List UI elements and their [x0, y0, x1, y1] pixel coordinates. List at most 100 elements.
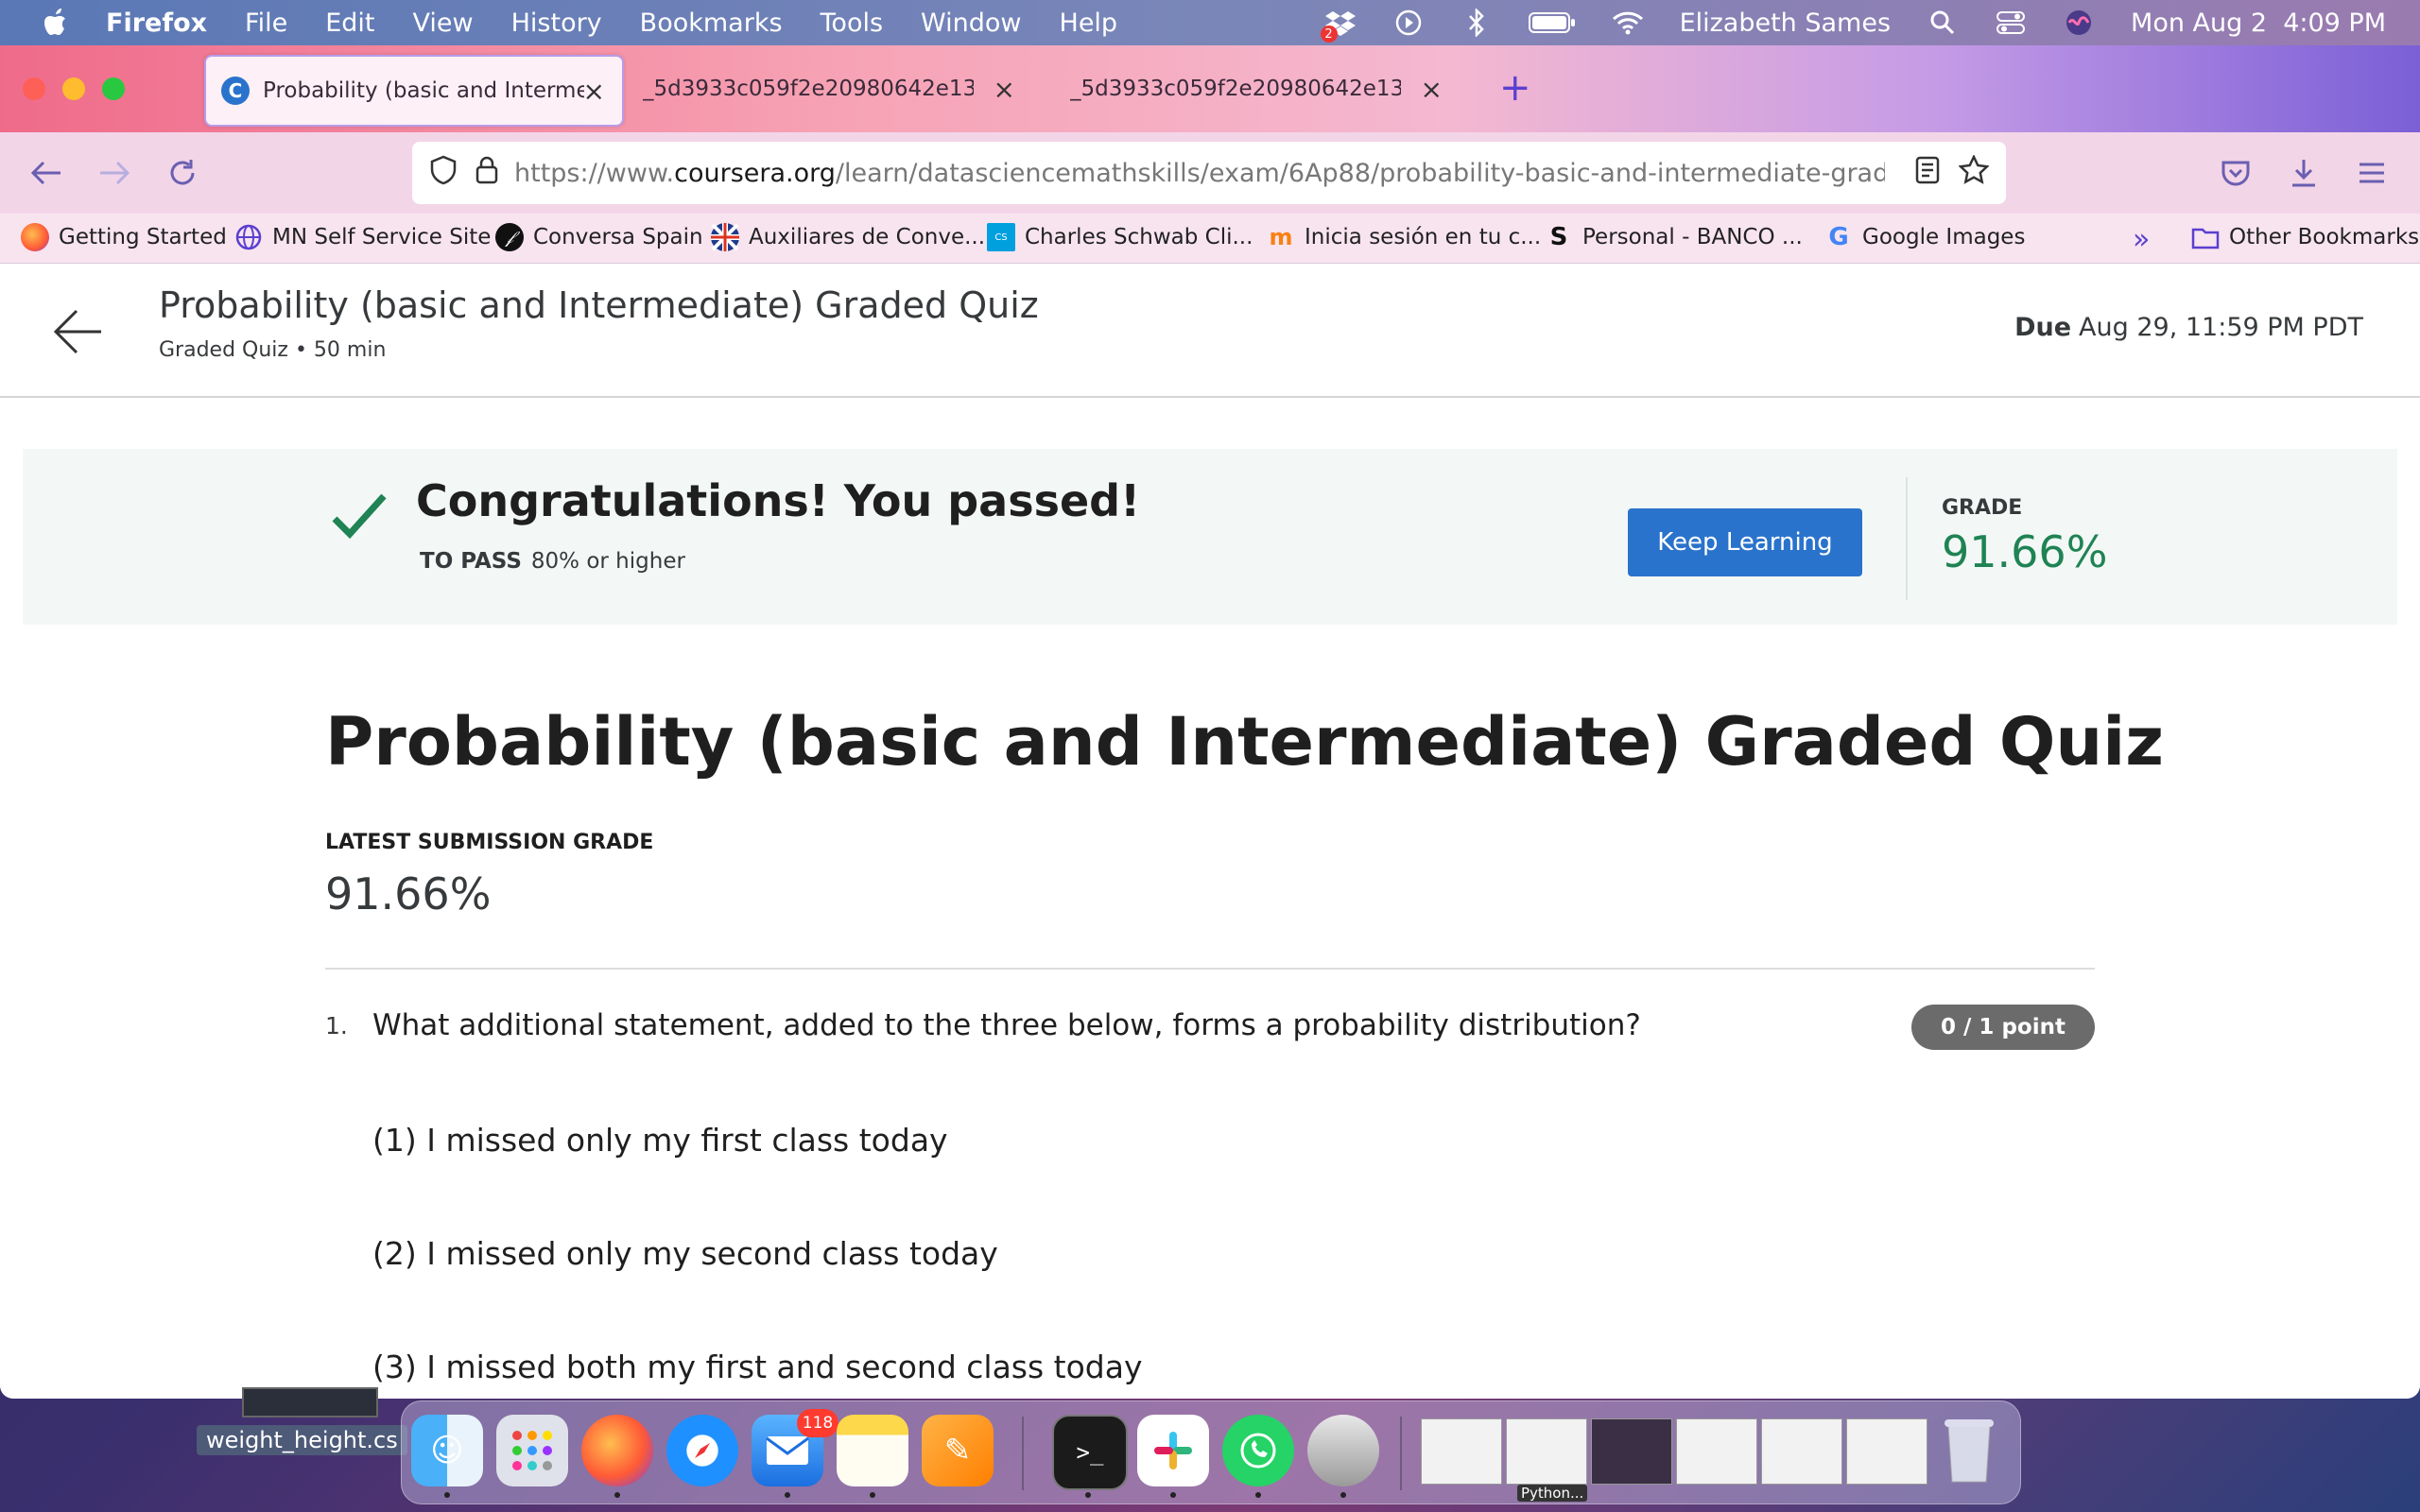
back-button-icon[interactable] [23, 149, 70, 197]
bookmark-charles-schwab[interactable]: CS Charles Schwab Cli... [987, 223, 1253, 251]
minimized-window-thumbnail[interactable] [1421, 1418, 1502, 1485]
tab-close-icon[interactable]: × [1421, 74, 1443, 105]
bookmark-label: Conversa Spain [533, 225, 703, 249]
bookmark-getting-started[interactable]: Getting Started [21, 223, 227, 251]
bookmark-conversa-spain[interactable]: 𝒻 Conversa Spain [495, 223, 703, 251]
running-indicator [785, 1492, 790, 1498]
battery-icon[interactable] [1528, 7, 1576, 39]
user-name[interactable]: Elizabeth Sames [1680, 9, 1891, 38]
terminal-icon[interactable]: >_ [1052, 1415, 1128, 1490]
zoom-window-button[interactable] [102, 77, 125, 100]
minimize-window-button[interactable] [62, 77, 85, 100]
tab-coursera-quiz[interactable]: C Probability (basic and Intermediate × [204, 55, 624, 127]
bookmark-label: Auxiliares de Conve... [749, 225, 986, 249]
desktop-file-thumbnail[interactable] [242, 1387, 378, 1418]
control-center-icon[interactable] [1995, 7, 2027, 39]
trash-icon[interactable] [1933, 1415, 2005, 1486]
menu-edit[interactable]: Edit [325, 9, 374, 38]
apple-menu-icon[interactable] [40, 6, 74, 40]
url-bar[interactable]: https://www.coursera.org/learn/datascien… [412, 142, 2006, 204]
bookmark-label: Charles Schwab Cli... [1025, 225, 1253, 249]
finder-icon[interactable]: ☺ [411, 1415, 483, 1486]
close-window-button[interactable] [23, 77, 45, 100]
question-number: 1. [325, 1012, 348, 1040]
conversa-icon: 𝒻 [495, 223, 524, 251]
tab-close-icon[interactable]: × [583, 76, 605, 107]
minimized-window-thumbnail[interactable] [1761, 1418, 1842, 1485]
menu-bookmarks[interactable]: Bookmarks [640, 9, 783, 38]
page-content: Probability (basic and Intermediate) Gra… [0, 264, 2420, 1399]
url-text[interactable]: https://www.coursera.org/learn/datascien… [514, 159, 1885, 188]
bookmark-banco[interactable]: S Personal - BANCO ... [1545, 223, 1803, 251]
reader-view-icon[interactable] [1915, 156, 1940, 191]
minimized-window-thumbnail[interactable] [1846, 1418, 1927, 1485]
header-subtitle: Graded Quiz • 50 min [159, 338, 387, 362]
bookmark-mn-self-service[interactable]: MN Self Service Site [234, 223, 491, 251]
dropbox-icon[interactable]: 2 [1320, 7, 1357, 43]
play-icon[interactable] [1392, 7, 1425, 39]
keep-learning-button[interactable]: Keep Learning [1628, 508, 1862, 576]
python-window-label: Python... [1517, 1485, 1588, 1502]
downloads-icon[interactable] [2280, 149, 2327, 197]
schwab-icon: CS [987, 223, 1015, 251]
running-indicator [444, 1492, 450, 1498]
minimized-window-thumbnail[interactable] [1676, 1418, 1757, 1485]
tab-close-icon[interactable]: × [994, 74, 1015, 105]
statement-2: (2) I missed only my second class today [372, 1235, 998, 1272]
bookmark-label: Google Images [1862, 225, 2026, 249]
running-indicator [1255, 1492, 1261, 1498]
menu-help[interactable]: Help [1060, 9, 1118, 38]
menu-view[interactable]: View [413, 9, 474, 38]
whatsapp-icon[interactable] [1222, 1415, 1294, 1486]
forward-button-icon[interactable] [91, 149, 138, 197]
minimized-window-thumbnail[interactable] [1591, 1418, 1672, 1485]
bookmarks-overflow-chevron-icon[interactable]: » [2133, 223, 2150, 256]
launchpad-icon[interactable] [496, 1415, 568, 1486]
running-indicator [614, 1492, 620, 1498]
new-tab-plus-icon[interactable]: + [1499, 66, 1531, 110]
running-indicator [1085, 1492, 1091, 1498]
tab-file-2[interactable]: _5d3933c059f2e20980642e13b43 × [1051, 55, 1460, 123]
hamburger-menu-icon[interactable] [2348, 149, 2395, 197]
clock[interactable]: Mon Aug 2 4:09 PM [2131, 9, 2386, 38]
firefox-icon [21, 223, 49, 251]
running-indicator [870, 1492, 875, 1498]
bookmark-inicia-sesion[interactable]: m Inicia sesión en tu c... [1267, 223, 1541, 251]
bookmark-auxiliares[interactable]: Auxiliares de Conve... [711, 223, 985, 251]
navigation-bar: https://www.coursera.org/learn/datascien… [0, 132, 2420, 214]
browser-window: C Probability (basic and Intermediate × … [0, 45, 2420, 1399]
spotlight-search-icon[interactable] [1927, 7, 1959, 39]
uk-flag-icon [711, 223, 739, 251]
pages-icon[interactable]: ✎ [922, 1415, 994, 1486]
back-arrow-icon[interactable] [49, 303, 106, 360]
points-badge: 0 / 1 point [1911, 1005, 2095, 1050]
lock-icon[interactable] [475, 155, 499, 192]
reload-icon[interactable] [159, 149, 206, 197]
menu-tools[interactable]: Tools [821, 9, 884, 38]
menu-history[interactable]: History [511, 9, 602, 38]
pocket-icon[interactable] [2212, 149, 2259, 197]
other-bookmarks[interactable]: Other Bookmarks [2191, 223, 2419, 251]
siri-icon[interactable] [2063, 7, 2095, 39]
bookmark-star-icon[interactable] [1958, 153, 1990, 192]
disk-utility-icon[interactable] [1307, 1415, 1379, 1486]
minimized-window-thumbnail[interactable] [1506, 1418, 1587, 1485]
firefox-icon[interactable] [581, 1415, 653, 1486]
menu-firefox[interactable]: Firefox [106, 9, 207, 38]
notes-icon[interactable] [837, 1415, 908, 1486]
grade-label: GRADE [1942, 496, 2023, 520]
bookmark-label: Getting Started [59, 225, 227, 249]
menu-window[interactable]: Window [921, 9, 1021, 38]
bookmark-google-images[interactable]: G Google Images [1824, 223, 2025, 251]
wifi-icon[interactable] [1612, 7, 1644, 39]
safari-icon[interactable] [666, 1415, 738, 1486]
other-bookmarks-label: Other Bookmarks [2229, 225, 2420, 249]
menu-file[interactable]: File [245, 9, 287, 38]
slack-icon[interactable] [1137, 1415, 1209, 1486]
dropbox-badge: 2 [1320, 26, 1338, 43]
moodle-icon: m [1269, 224, 1293, 250]
bluetooth-icon[interactable] [1461, 7, 1493, 39]
tab-file-1[interactable]: _5d3933c059f2e20980642e13b43 × [624, 55, 1032, 123]
tracking-protection-shield-icon[interactable] [429, 155, 458, 192]
desktop-file-label[interactable]: weight_height.cs [197, 1425, 407, 1455]
